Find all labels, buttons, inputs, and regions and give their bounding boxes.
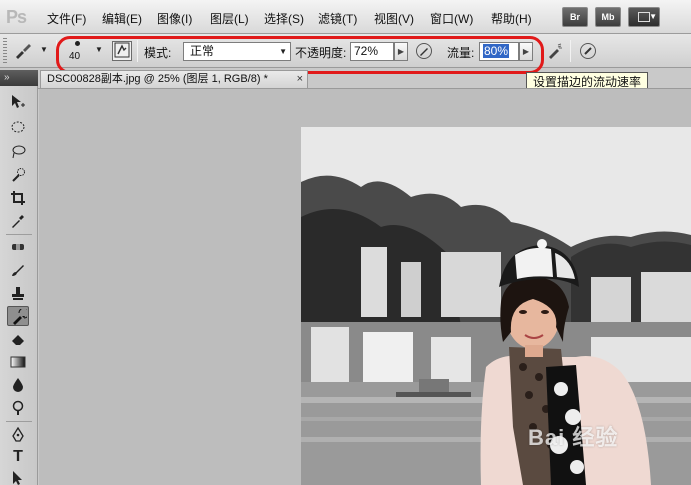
airbrush-icon[interactable]: [545, 42, 565, 62]
history-brush-tool-icon[interactable]: [7, 306, 29, 326]
menu-window[interactable]: 窗口(W): [430, 10, 473, 27]
menu-filter[interactable]: 滤镜(T): [318, 10, 357, 27]
divider: [56, 40, 57, 62]
toolbox: » T: [0, 70, 38, 485]
path-selection-tool-icon[interactable]: [7, 468, 29, 485]
move-tool-icon[interactable]: [7, 92, 29, 112]
menu-image[interactable]: 图像(I): [157, 10, 192, 27]
opacity-label: 不透明度:: [295, 46, 347, 60]
eraser-tool-icon[interactable]: [7, 329, 29, 349]
flow-label: 流量:: [447, 46, 475, 60]
toolbox-divider: [6, 421, 32, 422]
bridge-button[interactable]: Br: [562, 7, 588, 27]
menu-help[interactable]: 帮助(H): [491, 10, 532, 27]
brush-size-value: 40: [69, 51, 81, 62]
pressure-pen-icon[interactable]: [414, 42, 434, 62]
brush-panel-icon[interactable]: [112, 41, 132, 61]
menu-bar: Ps 文件(F) 编辑(E) 图像(I) 图层(L) 选择(S) 滤镜(T) 视…: [0, 0, 691, 34]
mode-value: 正常: [190, 44, 215, 58]
baidu-watermark: Bai 经验: [528, 425, 619, 450]
menu-edit[interactable]: 编辑(E): [102, 10, 142, 27]
divider: [570, 40, 571, 62]
healing-brush-tool-icon[interactable]: [7, 237, 29, 257]
pressure-size-icon[interactable]: [578, 42, 598, 62]
flow-value: 80%: [483, 44, 510, 58]
options-bar-grip[interactable]: [3, 38, 7, 64]
clone-stamp-tool-icon[interactable]: [7, 283, 29, 303]
brush-tip-icon: [75, 41, 80, 46]
document-title: DSC00828副本.jpg @ 25% (图层 1, RGB/8) *: [47, 73, 268, 85]
chevron-down-icon: ▼: [649, 12, 657, 21]
marquee-tool-icon[interactable]: [7, 117, 29, 137]
opacity-slider-button[interactable]: ▶: [394, 42, 408, 61]
opacity-input[interactable]: 72%: [350, 42, 394, 61]
mini-bridge-button[interactable]: Mb: [595, 7, 621, 27]
gradient-tool-icon[interactable]: [7, 352, 29, 372]
collapse-icon[interactable]: »: [4, 72, 10, 83]
document-image[interactable]: [301, 127, 691, 485]
lasso-tool-icon[interactable]: [7, 142, 29, 162]
brush-preset-icon[interactable]: [12, 42, 34, 62]
pen-tool-icon[interactable]: [7, 425, 29, 445]
flow-input[interactable]: 80%: [479, 42, 519, 61]
mode-select[interactable]: 正常 ▼: [183, 42, 291, 61]
eyedropper-tool-icon[interactable]: [7, 211, 29, 231]
photo-content: [301, 127, 691, 485]
type-tool-icon[interactable]: T: [7, 447, 29, 467]
brush-tool-icon[interactable]: [7, 260, 29, 280]
toolbox-header[interactable]: »: [0, 70, 38, 86]
tool-preset-dropdown-icon[interactable]: ▼: [40, 45, 48, 54]
menu-select[interactable]: 选择(S): [264, 10, 304, 27]
menu-file[interactable]: 文件(F): [47, 10, 86, 27]
brush-picker-dropdown-icon[interactable]: ▼: [95, 45, 103, 54]
arrange-documents-button[interactable]: ▼: [628, 7, 660, 27]
divider: [137, 40, 138, 62]
toolbox-divider: [6, 234, 32, 235]
quick-select-tool-icon[interactable]: [7, 165, 29, 185]
options-bar: ▼ 40 ▼ 模式: 正常 ▼ 不透明度: 72% ▶ 流量: 80% ▶: [0, 34, 691, 68]
document-tab[interactable]: DSC00828副本.jpg @ 25% (图层 1, RGB/8) * ×: [40, 70, 308, 88]
photoshop-logo: Ps: [6, 7, 27, 27]
chevron-down-icon: ▼: [279, 47, 287, 56]
menu-layer[interactable]: 图层(L): [210, 10, 249, 27]
mode-label: 模式:: [144, 46, 172, 60]
blur-tool-icon[interactable]: [7, 375, 29, 395]
dodge-tool-icon[interactable]: [7, 398, 29, 418]
menu-view[interactable]: 视图(V): [374, 10, 414, 27]
flow-slider-button[interactable]: ▶: [519, 42, 533, 61]
close-icon[interactable]: ×: [297, 71, 303, 87]
crop-tool-icon[interactable]: [7, 188, 29, 208]
brush-picker[interactable]: 40: [66, 38, 90, 64]
